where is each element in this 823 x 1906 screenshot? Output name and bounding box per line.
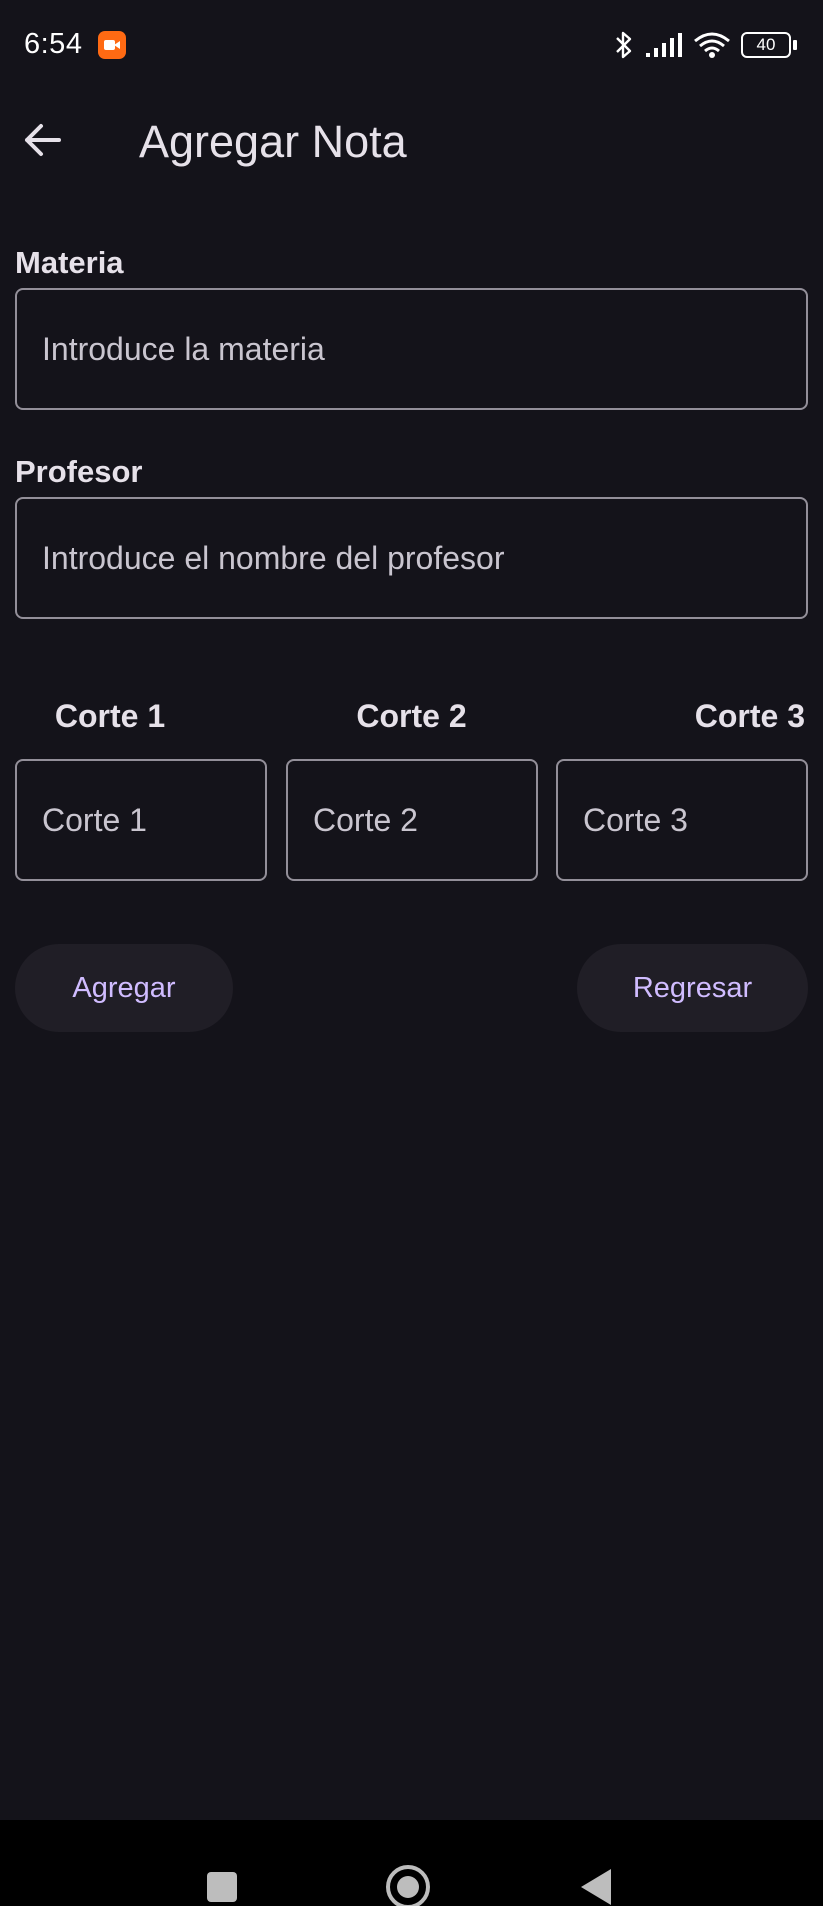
app-bar: Agregar Nota (0, 92, 823, 188)
corte-2-input[interactable] (286, 759, 538, 881)
corte-3-input[interactable] (556, 759, 808, 881)
home-icon[interactable] (386, 1865, 430, 1906)
corte-3-label: Corte 3 (694, 698, 805, 734)
materia-label: Materia (15, 245, 124, 280)
profesor-label: Profesor (15, 454, 143, 489)
back-button[interactable] (14, 112, 70, 168)
recents-icon[interactable] (207, 1872, 237, 1902)
status-bar: 6:54 40 (0, 0, 823, 92)
corte-1-label: Corte 1 (54, 698, 166, 734)
profesor-input[interactable] (15, 497, 808, 619)
signal-icon (646, 33, 682, 57)
bluetooth-icon (616, 31, 632, 59)
page-title: Agregar Nota (139, 116, 407, 167)
status-time: 6:54 (24, 28, 83, 60)
add-note-screen: 6:54 40 Agregar Nota Materia Introduce l… (0, 0, 823, 1906)
battery-icon: 40 (741, 32, 797, 58)
battery-level: 40 (756, 35, 776, 54)
corte-2-label: Corte 2 (356, 698, 467, 734)
back-return-button[interactable]: Regresar (577, 944, 808, 1032)
back-triangle-icon[interactable] (581, 1869, 611, 1905)
arrow-back-icon (25, 124, 61, 156)
status-icons: 40 (613, 28, 797, 62)
materia-input[interactable] (15, 288, 808, 410)
corte-1-input[interactable] (15, 759, 267, 881)
add-button[interactable]: Agregar (15, 944, 233, 1032)
screen-record-icon (98, 31, 126, 59)
wifi-icon (694, 32, 730, 58)
